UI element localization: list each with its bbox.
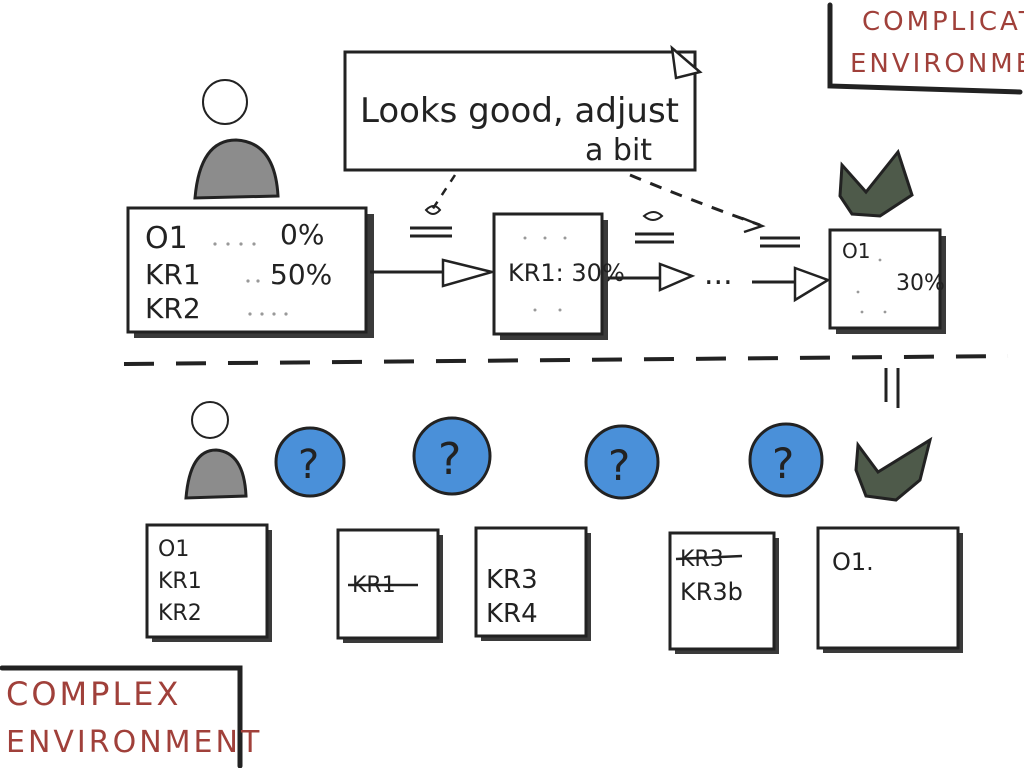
top-card-1: O1 0% KR1 50% KR2 [126,206,374,338]
bottom-card-5: O1. [816,526,963,653]
top-card-3: O1 30% [828,228,946,334]
person-bottom [184,401,248,500]
arrow-1 [370,205,497,288]
bottom-card5-line1: O1. [832,548,874,576]
top-card1-row1-value: 0% [280,218,324,251]
check-mark-bottom [854,436,933,502]
arrow-2: ... [608,211,733,292]
sketch-diagram: COMPLICATED ENVIRONMENT COMPLEX ENVIRONM… [0,2,1024,768]
top-card1-row2-value: 50% [270,258,332,291]
question-mark-4: ? [772,439,794,488]
top-card-2: KR1: 30% [492,212,625,340]
top-card3-line2: 30% [896,271,945,296]
top-card2-text: KR1: 30% [508,259,625,287]
complicated-environment-label: COMPLICATED ENVIRONMENT [827,2,1024,95]
complicated-label-line2: ENVIRONMENT [850,49,1024,79]
question-bubble-3: ? [584,424,660,500]
top-card3-line1: O1 [842,239,870,263]
bottom-card1-line1: O1 [158,537,189,562]
complicated-label-line1: COMPLICATED [862,7,1024,37]
check-mark-top [838,148,914,218]
speech-line1: Looks good, adjust [360,91,679,131]
question-bubble-4: ? [748,422,824,498]
bottom-card3-line1: KR3 [486,565,538,595]
ellipsis: ... [704,257,733,292]
bottom-card-1: O1 KR1 KR2 [145,523,272,642]
arrow-3 [752,236,831,303]
question-bubble-2: ? [412,416,492,496]
question-mark-3: ? [608,441,630,490]
bottom-card1-line2: KR1 [158,569,202,594]
question-mark-1: ? [298,442,319,488]
bottom-card-2: KR1 [336,528,443,643]
bottom-card-4: KR3 KR3b [668,531,779,654]
question-bubble-1: ? [274,426,346,498]
complex-label-line1: COMPLEX [6,675,181,713]
bottom-card3-line2: KR4 [486,599,538,629]
environment-divider [123,354,1009,408]
question-mark-2: ? [438,434,461,485]
speech-bubble: Looks good, adjust a bit [343,44,766,234]
speech-line2: a bit [585,133,652,168]
bottom-card1-line3: KR2 [158,601,202,626]
bottom-card4-line2: KR3b [680,578,743,606]
person-top [193,79,280,200]
complex-label-line2: ENVIRONMENT [6,725,262,760]
bottom-card-3: KR3 KR4 [474,526,591,641]
top-card1-row2-name: KR1 [145,258,201,291]
top-card1-row3-name: KR2 [145,292,201,325]
complex-environment-label: COMPLEX ENVIRONMENT [0,665,262,768]
top-card1-row1-name: O1 [145,221,188,256]
